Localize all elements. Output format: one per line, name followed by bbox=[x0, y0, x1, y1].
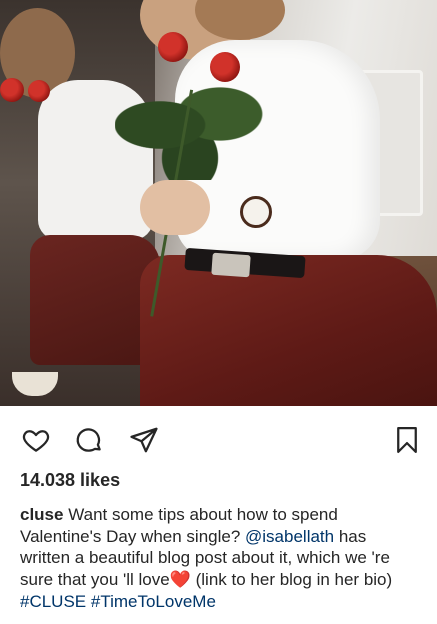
share-button[interactable] bbox=[128, 424, 160, 456]
comment-bubble-icon bbox=[76, 428, 101, 452]
caption-username[interactable]: cluse bbox=[20, 505, 63, 524]
like-button[interactable] bbox=[20, 424, 52, 456]
caption-mention[interactable]: @isabellath bbox=[245, 527, 334, 546]
wristwatch bbox=[240, 196, 272, 228]
heart-emoji: ❤️ bbox=[169, 570, 191, 590]
caption-hashtag[interactable]: #CLUSE bbox=[20, 592, 86, 611]
red-rose bbox=[158, 32, 188, 62]
save-button[interactable] bbox=[391, 424, 423, 456]
comment-button[interactable] bbox=[73, 424, 105, 456]
caption-hashtag[interactable]: #TimeToLoveMe bbox=[91, 592, 216, 611]
red-pants bbox=[140, 255, 437, 406]
caption-text: (link to her blog in her bio) bbox=[190, 570, 393, 590]
red-rose bbox=[210, 52, 240, 82]
red-rose-reflection bbox=[28, 80, 50, 102]
paper-plane-icon bbox=[130, 427, 158, 453]
bookmark-icon bbox=[397, 427, 417, 453]
belt-buckle bbox=[211, 252, 251, 278]
red-rose-reflection bbox=[0, 78, 24, 102]
post-action-bar bbox=[0, 406, 437, 472]
post-photo[interactable] bbox=[0, 0, 437, 406]
likes-count[interactable]: 14.038 likes bbox=[20, 470, 120, 491]
post-caption: cluse Want some tips about how to spend … bbox=[20, 504, 420, 613]
heart-outline-icon bbox=[22, 430, 50, 452]
hands bbox=[140, 180, 210, 235]
